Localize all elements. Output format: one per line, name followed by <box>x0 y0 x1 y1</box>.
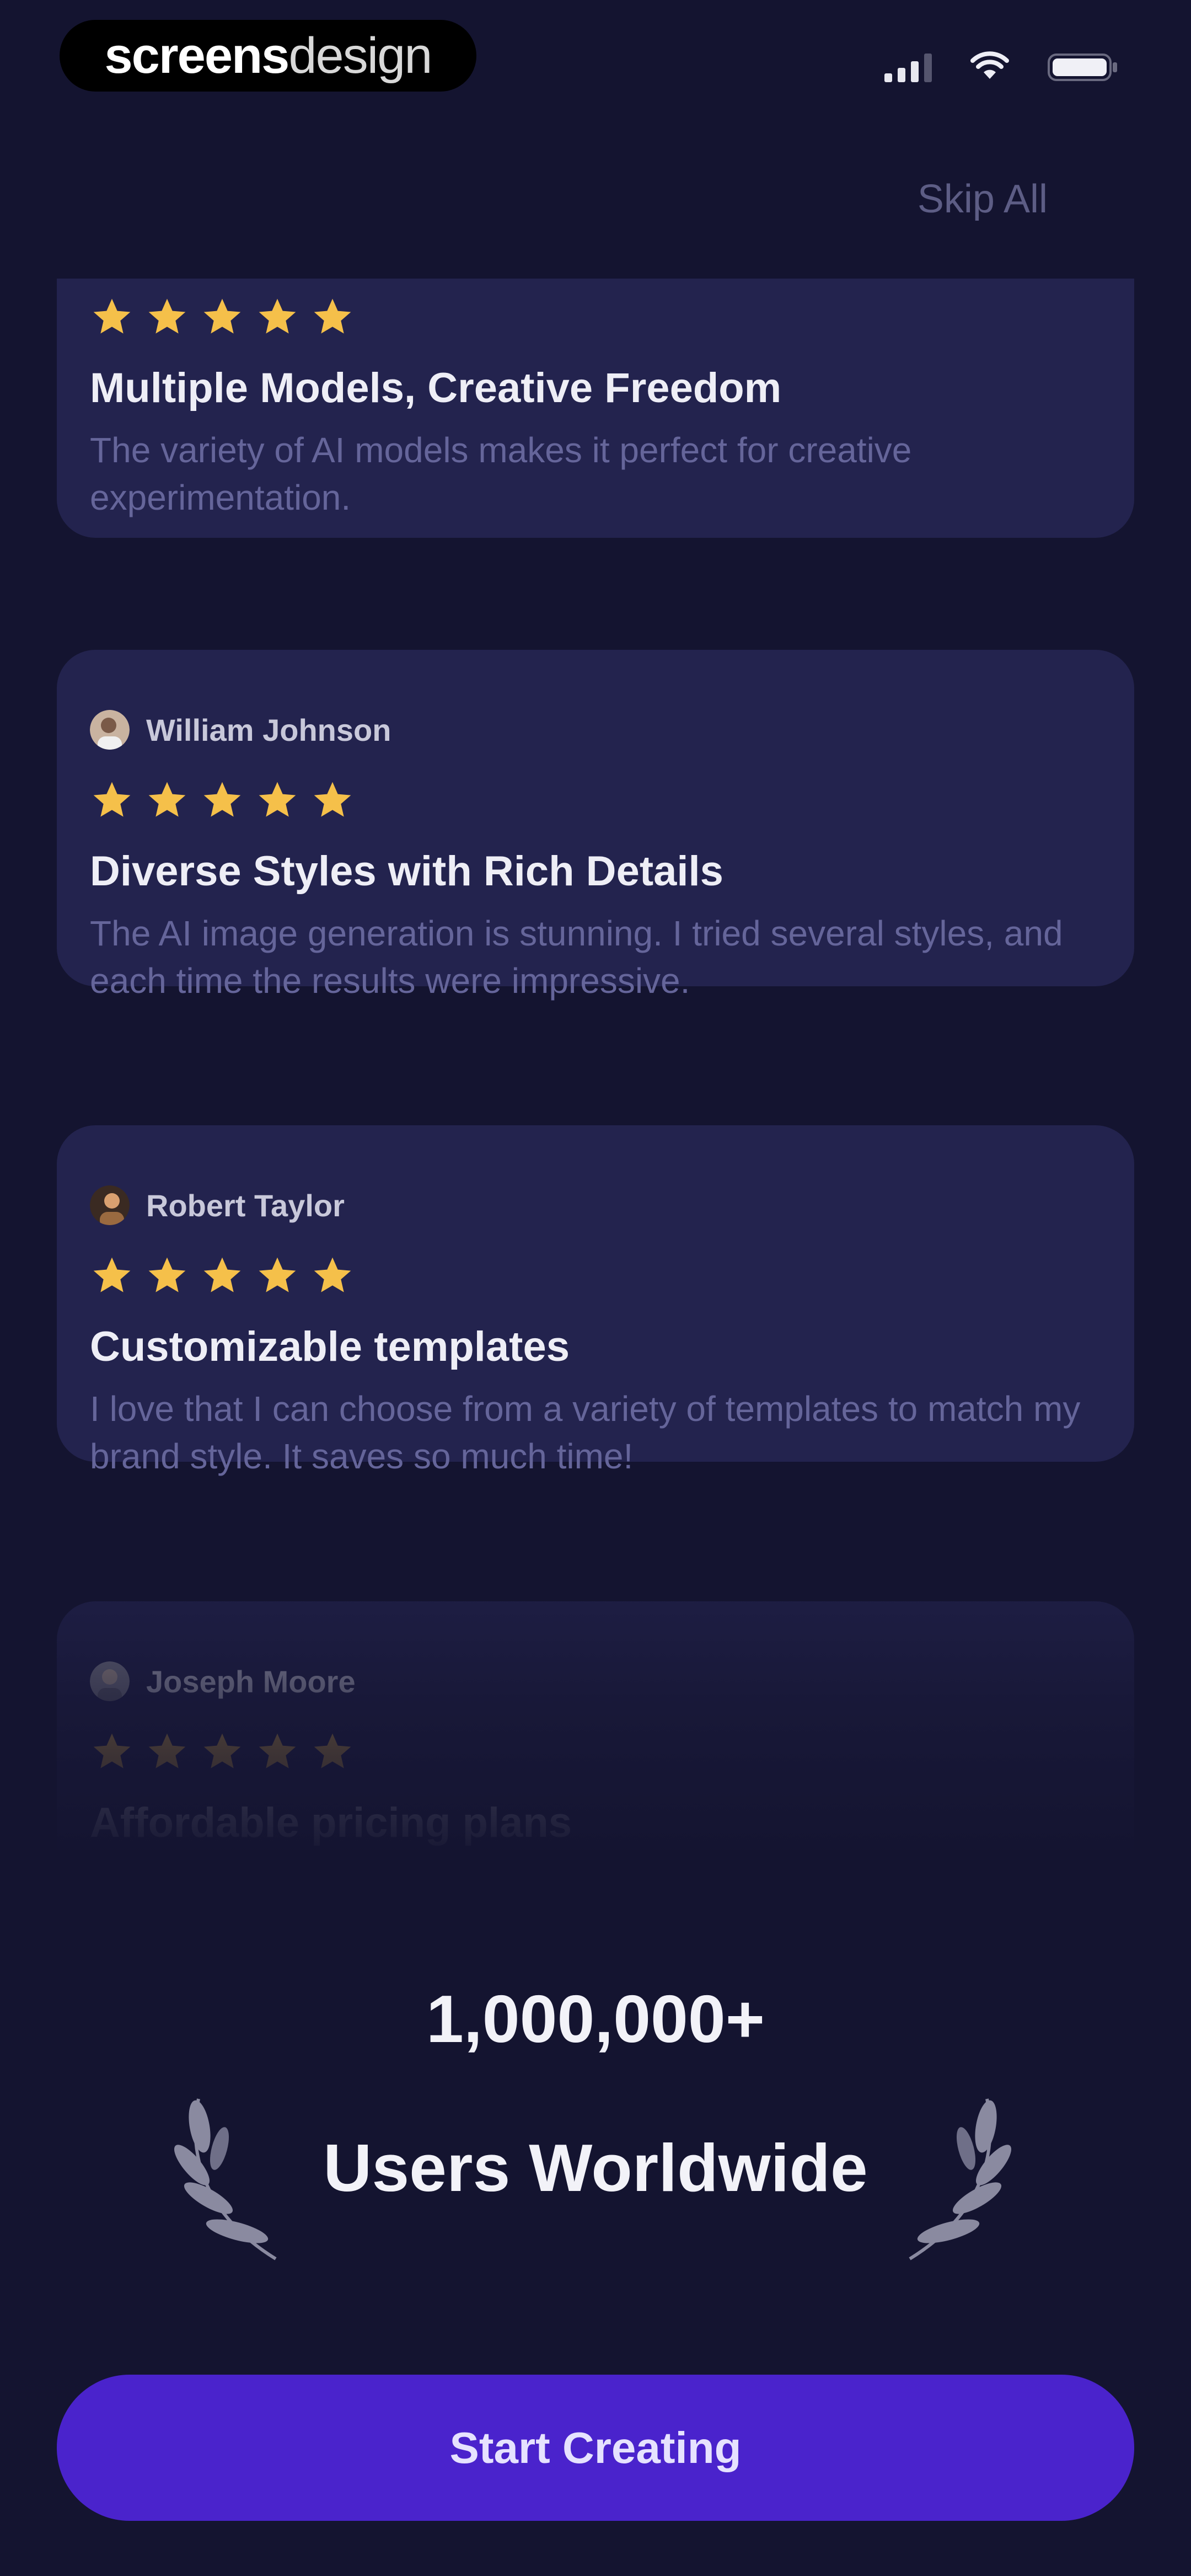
star-icon <box>259 298 296 334</box>
review-card: William Johnson Diverse Styles with Rich… <box>57 650 1134 1001</box>
star-icon <box>148 1257 186 1292</box>
reviewer-name: Joseph Moore <box>146 1664 356 1699</box>
reviewer-name: Robert Taylor <box>146 1188 345 1223</box>
star-icon <box>93 1257 131 1292</box>
star-icon <box>148 1733 186 1768</box>
star-icon <box>93 1733 131 1768</box>
brand-wordmark-light: design <box>288 27 432 84</box>
star-icon <box>314 1733 351 1768</box>
laurel-right-icon <box>909 2098 1012 2260</box>
status-bar <box>884 47 1119 86</box>
star-rating <box>90 1727 1101 1777</box>
review-card: Robert Taylor Customizable templates I l… <box>57 1125 1134 1476</box>
review-text: I appreciate the different pricing optio… <box>90 1865 866 1905</box>
reviewer: Robert Taylor <box>90 1180 1101 1230</box>
wifi-icon <box>970 51 1009 79</box>
cellular-signal-icon <box>884 51 932 82</box>
screen: screensdesign Skip All Multiple Models, … <box>0 0 1191 2576</box>
avatar <box>90 710 130 750</box>
review-card: Multiple Models, Creative Freedom The va… <box>57 279 1134 538</box>
star-icon <box>259 1733 296 1768</box>
star-icon <box>203 298 241 334</box>
review-text: The variety of AI models makes it perfec… <box>90 430 912 517</box>
skip-all-button[interactable]: Skip All <box>918 177 1048 222</box>
star-rating <box>90 776 1101 825</box>
brand-logo: screensdesign <box>60 20 476 92</box>
star-icon <box>148 782 186 817</box>
reviewer-name: William Johnson <box>146 712 391 747</box>
start-creating-button[interactable]: Start Creating <box>57 2375 1134 2521</box>
review-title: Customizable templates <box>90 1323 570 1370</box>
star-icon <box>93 782 131 817</box>
avatar <box>90 1185 130 1225</box>
reviews-list[interactable]: Multiple Models, Creative Freedom The va… <box>0 279 1191 1983</box>
review-text: I love that I can choose from a variety … <box>90 1389 1081 1476</box>
star-rating <box>90 1251 1101 1301</box>
review-card: Joseph Moore Affordable pricing plans I … <box>57 1601 1134 1938</box>
star-icon <box>148 298 186 334</box>
brand-wordmark-bold: screens <box>104 27 290 84</box>
review-title: Diverse Styles with Rich Details <box>90 848 723 895</box>
users-count: 1,000,000+ <box>426 1981 765 2056</box>
star-icon <box>314 298 351 334</box>
star-icon <box>314 1257 351 1292</box>
reviewer: Joseph Moore <box>90 1656 1101 1706</box>
battery-icon <box>1048 54 1117 81</box>
star-icon <box>259 782 296 817</box>
review-title: Multiple Models, Creative Freedom <box>90 365 782 411</box>
star-rating <box>90 292 1101 342</box>
star-icon <box>314 782 351 817</box>
review-text: The AI image generation is stunning. I t… <box>90 913 1063 1001</box>
star-icon <box>203 1733 241 1768</box>
avatar <box>90 1661 130 1701</box>
review-title: Affordable pricing plans <box>90 1799 572 1846</box>
star-icon <box>203 782 241 817</box>
star-icon <box>93 298 131 334</box>
star-icon <box>203 1257 241 1292</box>
reviewer: William Johnson <box>90 705 1101 755</box>
star-icon <box>259 1257 296 1292</box>
brand-wordmark: screensdesign <box>104 27 433 85</box>
